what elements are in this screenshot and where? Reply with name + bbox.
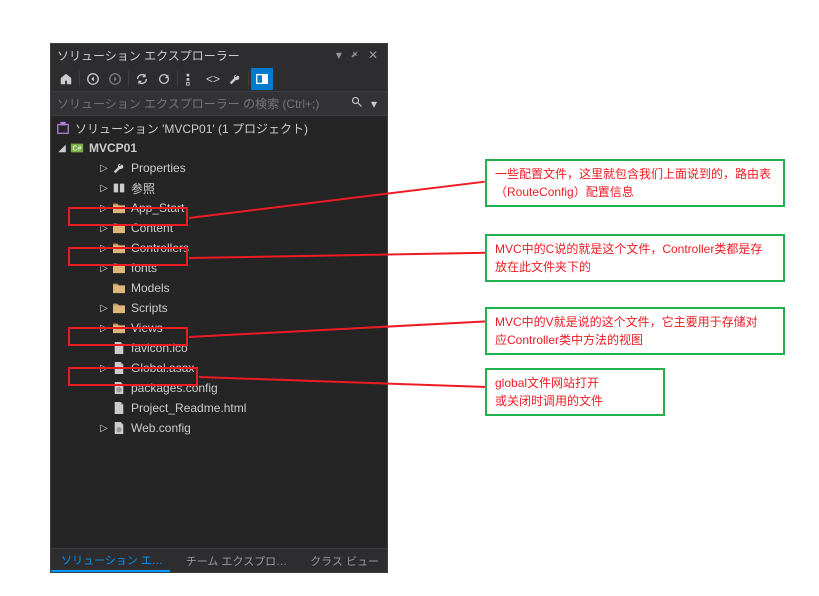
tree-label: App_Start [131, 201, 184, 215]
file-icon [111, 360, 127, 376]
tree-item[interactable]: ▷ App_Start [51, 198, 387, 218]
forward-button[interactable] [104, 68, 126, 90]
expand-arrow-icon[interactable]: ▷ [97, 263, 111, 274]
tree-item[interactable]: ▷ Controllers [51, 238, 387, 258]
tree-label: packages.config [131, 381, 218, 395]
expand-arrow-icon[interactable]: ▷ [97, 243, 111, 254]
tree-label: Global.asax [131, 361, 194, 375]
wrench-icon [111, 160, 127, 176]
tree-label: Models [131, 281, 170, 295]
tree-label: 参照 [131, 180, 155, 197]
expand-arrow-icon[interactable]: ▷ [97, 163, 111, 174]
tree-item[interactable]: ▷ Content [51, 218, 387, 238]
folder-icon [111, 220, 127, 236]
panel-title-text: ソリューション エクスプローラー [57, 47, 333, 64]
project-node[interactable]: ◢ C# MVCP01 [51, 138, 387, 158]
tree-item[interactable]: Project_Readme.html [51, 398, 387, 418]
cfg-icon [111, 380, 127, 396]
expand-arrow-icon[interactable]: ▷ [97, 323, 111, 334]
annotation-text: （RouteConfig）配置信息 [495, 183, 775, 201]
annotation-box: global文件网站打开或关闭时调用的文件 [485, 368, 665, 416]
tree-label: Scripts [131, 301, 168, 315]
annotation-text: 放在此文件夹下的 [495, 258, 775, 276]
solution-node[interactable]: ソリューション 'MVCP01' (1 プロジェクト) [51, 118, 387, 138]
tree-label: Web.config [131, 421, 191, 435]
file-icon [111, 400, 127, 416]
tree-label: ソリューション 'MVCP01' (1 プロジェクト) [75, 120, 308, 137]
tree-item[interactable]: ▷ Properties [51, 158, 387, 178]
annotation-text: 一些配置文件，这里就包含我们上面说到的，路由表 [495, 165, 775, 183]
panel-titlebar: ソリューション エクスプローラー ▾ ✕ [51, 44, 387, 66]
tree-label: MVCP01 [89, 141, 137, 155]
back-button[interactable] [82, 68, 104, 90]
preview-button[interactable] [251, 68, 273, 90]
folder-icon [111, 320, 127, 336]
tree-label: fonts [131, 261, 157, 275]
search-input[interactable] [57, 97, 347, 111]
expand-arrow-icon[interactable]: ▷ [97, 423, 111, 434]
annotation-box: 一些配置文件，这里就包含我们上面说到的，路由表（RouteConfig）配置信息 [485, 159, 785, 207]
tree-label: Properties [131, 161, 186, 175]
annotation-box: MVC中的C说的就是这个文件，Controller类都是存放在此文件夹下的 [485, 234, 785, 282]
folder-icon [111, 280, 127, 296]
bottom-tabs: ソリューション エ… チーム エクスプロ… クラス ビュー [51, 548, 387, 572]
cfg-icon [111, 420, 127, 436]
folder-icon [111, 200, 127, 216]
tree-label: Views [131, 321, 163, 335]
search-bar: ▾ [51, 92, 387, 116]
tree-item[interactable]: ▷ Scripts [51, 298, 387, 318]
tab-class-view[interactable]: クラス ビュー [300, 549, 387, 572]
tab-solution-explorer[interactable]: ソリューション エ… [51, 549, 170, 572]
expand-arrow-icon[interactable]: ▷ [97, 223, 111, 234]
toolbar: <> [51, 66, 387, 92]
properties-button[interactable] [224, 68, 246, 90]
svg-text:C#: C# [73, 146, 82, 153]
tree-item[interactable]: ▷ Web.config [51, 418, 387, 438]
show-all-button[interactable] [180, 68, 202, 90]
tree-label: Project_Readme.html [131, 401, 246, 415]
annotation-text: global文件网站打开 [495, 374, 655, 392]
close-icon[interactable]: ✕ [365, 48, 381, 62]
tree-item[interactable]: ▷ 参照 [51, 178, 387, 198]
tree-label: Controllers [131, 241, 189, 255]
tree-item[interactable]: ▷ Views [51, 318, 387, 338]
pin-icon[interactable] [347, 48, 363, 62]
folder-icon [111, 300, 127, 316]
annotation-text: 或关闭时调用的文件 [495, 392, 655, 410]
tree-label: Content [131, 221, 173, 235]
tree-view[interactable]: ソリューション 'MVCP01' (1 プロジェクト) ◢ C# MVCP01 … [51, 116, 387, 548]
solution-explorer-panel: ソリューション エクスプローラー ▾ ✕ <> ▾ ソリューシ [50, 43, 388, 573]
expand-arrow-icon[interactable]: ▷ [97, 303, 111, 314]
search-dropdown-icon[interactable]: ▾ [367, 97, 381, 111]
solution-icon [55, 120, 71, 136]
search-icon[interactable] [347, 96, 367, 111]
tree-item[interactable]: packages.config [51, 378, 387, 398]
home-button[interactable] [55, 68, 77, 90]
tree-item[interactable]: ▷ Global.asax [51, 358, 387, 378]
annotation-text: 应Controller类中方法的视图 [495, 331, 775, 349]
folder-icon [111, 260, 127, 276]
code-button[interactable]: <> [202, 68, 224, 90]
annotation-box: MVC中的V就是说的这个文件，它主要用于存储对应Controller类中方法的视… [485, 307, 785, 355]
dropdown-icon[interactable]: ▾ [333, 48, 345, 62]
file-icon [111, 340, 127, 356]
tree-item[interactable]: Models [51, 278, 387, 298]
annotation-text: MVC中的C说的就是这个文件，Controller类都是存 [495, 240, 775, 258]
tree-label: favicon.ico [131, 341, 188, 355]
annotation-text: MVC中的V就是说的这个文件，它主要用于存储对 [495, 313, 775, 331]
csproj-icon: C# [69, 140, 85, 156]
expand-arrow-icon[interactable]: ▷ [97, 363, 111, 374]
ref-icon [111, 180, 127, 196]
tab-team-explorer[interactable]: チーム エクスプロ… [176, 549, 295, 572]
refresh-button[interactable] [153, 68, 175, 90]
expand-arrow-icon[interactable]: ▷ [97, 183, 111, 194]
tree-item[interactable]: favicon.ico [51, 338, 387, 358]
folder-icon [111, 240, 127, 256]
tree-item[interactable]: ▷ fonts [51, 258, 387, 278]
expand-arrow-icon[interactable]: ▷ [97, 203, 111, 214]
expand-arrow-icon[interactable]: ◢ [55, 143, 69, 154]
sync-button[interactable] [131, 68, 153, 90]
